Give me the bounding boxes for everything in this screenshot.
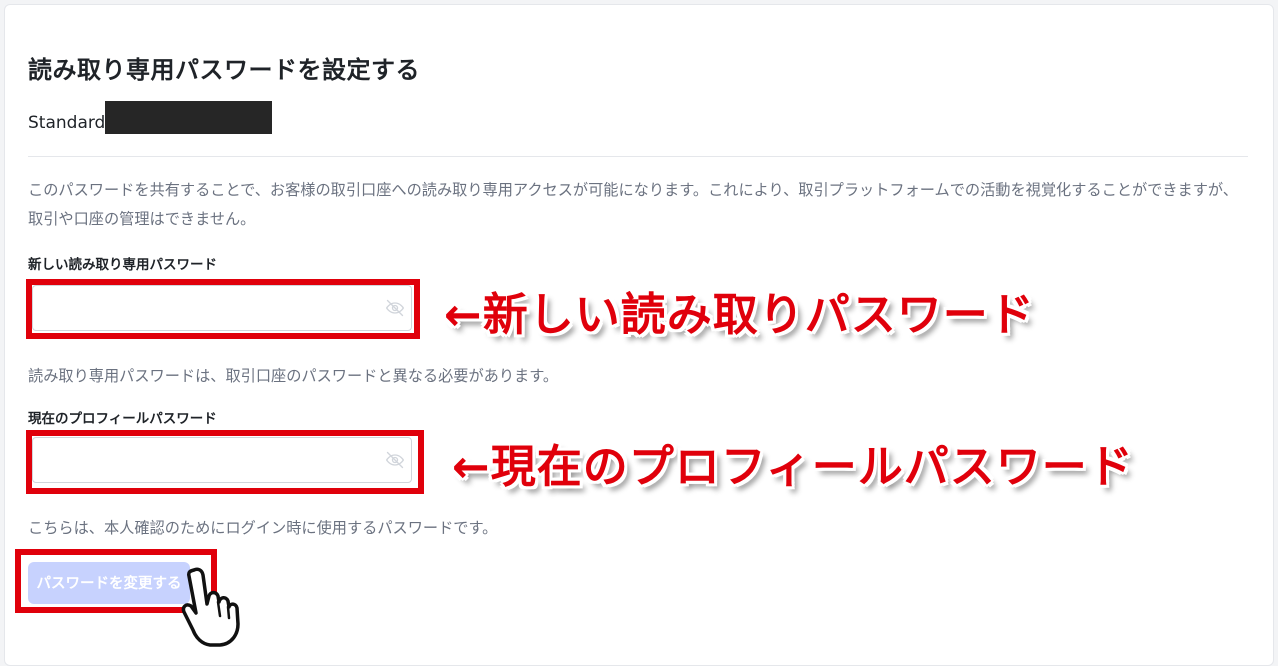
new-password-label: 新しい読み取り専用パスワード	[28, 257, 217, 273]
annotation-new-password: ←新しい読み取りパスワード	[444, 288, 1035, 341]
current-password-label: 現在のプロフィールパスワード	[28, 411, 217, 427]
account-row: Standard	[28, 100, 273, 134]
annotation-current-password: ←現在のプロフィールパスワード	[452, 440, 1134, 493]
highlight-box-current-password	[26, 430, 424, 494]
redacted-account-number	[105, 100, 273, 134]
highlight-box-new-password	[26, 279, 420, 339]
page-title: 読み取り専用パスワードを設定する	[28, 56, 420, 84]
current-password-hint: こちらは、本人確認のためにログイン時に使用するパスワードです。	[28, 519, 498, 537]
divider	[28, 156, 1248, 157]
new-password-hint: 読み取り専用パスワードは、取引口座のパスワードと異なる必要があります。	[28, 367, 559, 385]
description-text: このパスワードを共有することで、お客様の取引口座への読み取り専用アクセスが可能に…	[28, 181, 1238, 228]
account-type-label: Standard	[28, 113, 106, 133]
hand-pointer-icon	[181, 567, 240, 647]
